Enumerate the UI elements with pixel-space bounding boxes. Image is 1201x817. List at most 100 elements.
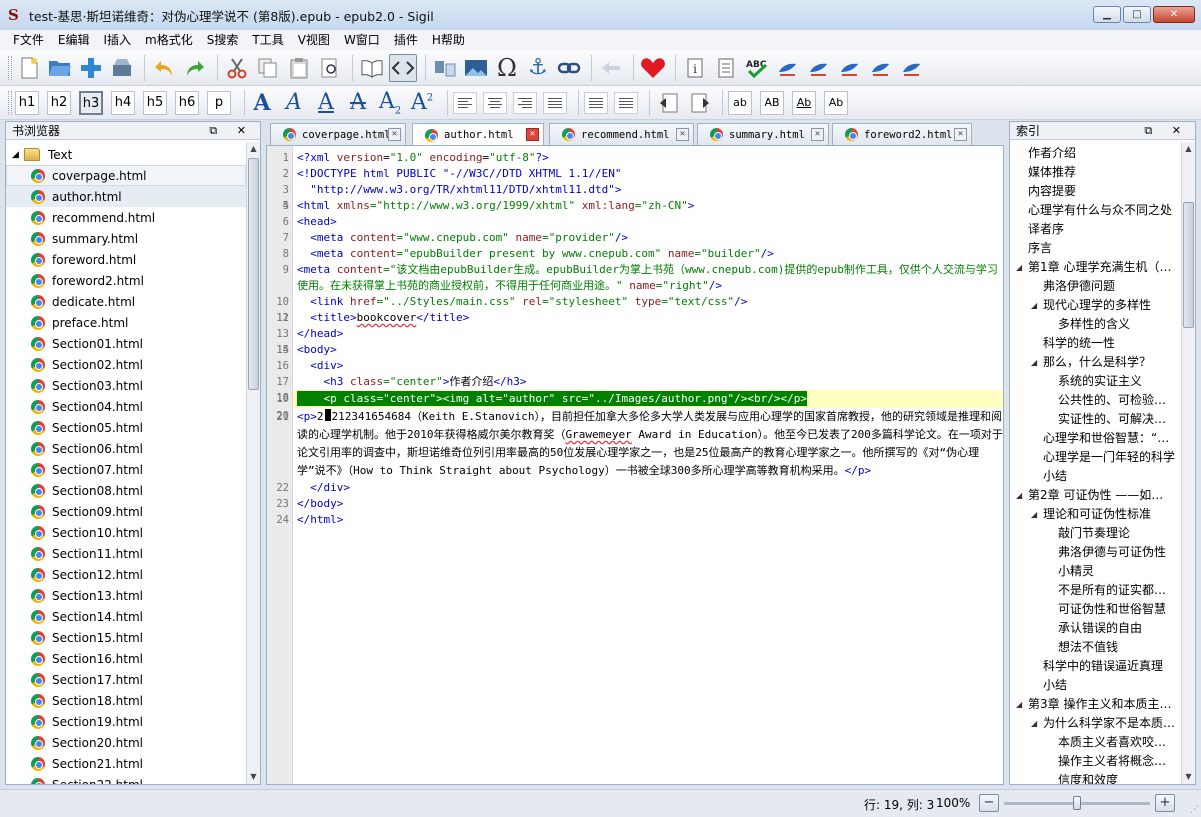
plugin-run-icon[interactable] bbox=[898, 54, 926, 82]
file-item[interactable]: Section09.html bbox=[6, 501, 246, 522]
file-item[interactable]: foreword.html bbox=[6, 249, 246, 270]
add-file-icon[interactable] bbox=[77, 54, 105, 82]
code-line[interactable]: 24 </html> bbox=[276, 512, 1003, 528]
titlecase-button[interactable]: Ab bbox=[792, 90, 816, 115]
menu-file[interactable]: F文件 bbox=[6, 30, 51, 50]
heading-h1-button[interactable]: h1 bbox=[15, 90, 39, 115]
scroll-thumb[interactable] bbox=[248, 158, 259, 390]
collapse-arrow-icon[interactable]: ◢ bbox=[12, 150, 24, 160]
book-browser-scrollbar[interactable]: ▲ ▼ bbox=[246, 142, 260, 784]
code-line[interactable]: 16 <div> bbox=[276, 358, 1003, 374]
resize-grip-icon[interactable]: ⋰ bbox=[1190, 805, 1199, 815]
toc-item[interactable]: 心理学是一门年轻的科学 bbox=[1010, 448, 1180, 467]
toc-item[interactable]: ◢ 那么，什么是科学？ bbox=[1010, 353, 1180, 372]
file-item[interactable]: Section13.html bbox=[6, 585, 246, 606]
toc-item[interactable]: 操作主义者将概念… bbox=[1010, 752, 1180, 771]
file-item[interactable]: Section17.html bbox=[6, 669, 246, 690]
toc-item[interactable]: 媒体推荐 bbox=[1010, 163, 1180, 182]
scroll-down-icon[interactable]: ▼ bbox=[1182, 770, 1195, 784]
file-item[interactable]: Section20.html bbox=[6, 732, 246, 753]
capitalize-button[interactable]: Ab bbox=[824, 90, 848, 115]
menu-edit[interactable]: E编辑 bbox=[51, 30, 97, 50]
toc-item[interactable]: 本质主义者喜欢咬… bbox=[1010, 733, 1180, 752]
expand-arrow-icon[interactable]: ◢ bbox=[1031, 505, 1037, 524]
file-item[interactable]: Section07.html bbox=[6, 459, 246, 480]
file-item[interactable]: Section10.html bbox=[6, 522, 246, 543]
toolbar-grip[interactable] bbox=[8, 90, 12, 115]
split-icon[interactable] bbox=[431, 54, 459, 82]
align-center-icon[interactable] bbox=[483, 91, 507, 114]
toc-item[interactable]: 多样性的含义 bbox=[1010, 315, 1180, 334]
tab-recommend[interactable]: recommend.html ✕ bbox=[549, 123, 694, 145]
align-justify-icon[interactable] bbox=[543, 91, 567, 114]
close-button[interactable]: ✕ bbox=[1153, 6, 1195, 23]
maximize-button[interactable]: □ bbox=[1123, 6, 1151, 23]
tab-foreword2[interactable]: foreword2.html ✕ bbox=[832, 123, 972, 145]
link-icon[interactable] bbox=[555, 54, 583, 82]
menu-format[interactable]: m格式化 bbox=[138, 30, 200, 50]
file-item[interactable]: Section02.html bbox=[6, 354, 246, 375]
code-view-icon[interactable] bbox=[389, 53, 417, 82]
zoom-in-button[interactable]: + bbox=[1155, 794, 1175, 812]
scroll-down-icon[interactable]: ▼ bbox=[247, 770, 260, 784]
toc-item[interactable]: 科学中的错误逼近真理 bbox=[1010, 657, 1180, 676]
heading-h5-button[interactable]: h5 bbox=[143, 90, 167, 115]
minimize-button[interactable]: ▁ bbox=[1093, 6, 1121, 23]
increase-indent-icon[interactable] bbox=[686, 89, 714, 117]
expand-arrow-icon[interactable]: ◢ bbox=[1016, 695, 1022, 714]
paste-icon[interactable] bbox=[285, 54, 313, 82]
toc-item[interactable]: 译者序 bbox=[1010, 220, 1180, 239]
subscript-icon[interactable]: A2 bbox=[378, 89, 402, 116]
file-item[interactable]: coverpage.html bbox=[6, 165, 246, 186]
toc-item[interactable]: 作者介绍 bbox=[1010, 144, 1180, 163]
decrease-indent-icon[interactable] bbox=[655, 89, 683, 117]
menu-search[interactable]: S搜索 bbox=[200, 30, 246, 50]
file-item[interactable]: Section21.html bbox=[6, 753, 246, 774]
tab-author[interactable]: author.html ✕ bbox=[412, 123, 544, 146]
expand-arrow-icon[interactable]: ◢ bbox=[1031, 353, 1037, 372]
tab-summary[interactable]: summary.html ✕ bbox=[697, 123, 829, 145]
toc-item[interactable]: 弗洛伊德问题 bbox=[1010, 277, 1180, 296]
tab-close-icon[interactable]: ✕ bbox=[388, 128, 401, 141]
code-line[interactable]: 12 <title>bookcover</title> bbox=[276, 310, 1003, 326]
paragraph-button[interactable]: p bbox=[207, 90, 231, 115]
toc-icon[interactable] bbox=[712, 54, 740, 82]
code-line[interactable]: 10 <link href="../Styles/main.css" rel="… bbox=[276, 294, 1003, 310]
file-item[interactable]: Section19.html bbox=[6, 711, 246, 732]
tab-close-icon[interactable]: ✕ bbox=[811, 128, 824, 141]
toc-item[interactable]: 内容提要 bbox=[1010, 182, 1180, 201]
plugin-run-icon[interactable] bbox=[805, 54, 833, 82]
cut-icon[interactable] bbox=[223, 54, 251, 82]
toc-item[interactable]: 系统的实证主义 bbox=[1010, 372, 1180, 391]
code-line[interactable]: 3 "http://www.w3.org/TR/xhtml11/DTD/xhtm… bbox=[283, 182, 1003, 198]
file-item[interactable]: Section04.html bbox=[6, 396, 246, 417]
menu-plugins[interactable]: 插件 bbox=[387, 30, 425, 50]
toc-item[interactable]: 小结 bbox=[1010, 676, 1180, 695]
align-left-icon[interactable] bbox=[453, 91, 477, 114]
expand-arrow-icon[interactable]: ◢ bbox=[1016, 258, 1022, 277]
toc-item[interactable]: ◢ 第3章 操作主义和本质主… bbox=[1010, 695, 1180, 714]
metadata-icon[interactable]: i bbox=[681, 54, 709, 82]
toc-item[interactable]: 序言 bbox=[1010, 239, 1180, 258]
superscript-icon[interactable]: A2 bbox=[410, 90, 434, 115]
book-view-icon[interactable] bbox=[358, 54, 386, 82]
file-item[interactable]: Section03.html bbox=[6, 375, 246, 396]
toolbar-grip[interactable] bbox=[8, 55, 12, 80]
file-item[interactable]: summary.html bbox=[6, 228, 246, 249]
toc-item[interactable]: 不是所有的证实都… bbox=[1010, 581, 1180, 600]
omega-icon[interactable]: Ω bbox=[493, 54, 521, 82]
menu-window[interactable]: W窗口 bbox=[337, 30, 387, 50]
file-item[interactable]: Section15.html bbox=[6, 627, 246, 648]
tab-coverpage[interactable]: coverpage.html ✕ bbox=[270, 123, 406, 145]
plugin-run-icon[interactable] bbox=[836, 54, 864, 82]
file-item[interactable]: Section06.html bbox=[6, 438, 246, 459]
italic-icon[interactable]: A bbox=[282, 90, 306, 115]
toc-item[interactable]: ◢ 第2章 可证伪性 ——如… bbox=[1010, 486, 1180, 505]
heading-h4-button[interactable]: h4 bbox=[111, 90, 135, 115]
toc-item[interactable]: 科学的统一性 bbox=[1010, 334, 1180, 353]
file-item[interactable]: Section18.html bbox=[6, 690, 246, 711]
uppercase-button[interactable]: AB bbox=[760, 90, 784, 115]
code-line[interactable]: 9 <meta content="该文档由epubBuilder生成。epubB… bbox=[283, 262, 1003, 294]
toc-item[interactable]: 弗洛伊德与可证伪性 bbox=[1010, 543, 1180, 562]
code-line[interactable]: 17 <h3 class="center">作者介绍</h3> bbox=[276, 374, 1003, 390]
